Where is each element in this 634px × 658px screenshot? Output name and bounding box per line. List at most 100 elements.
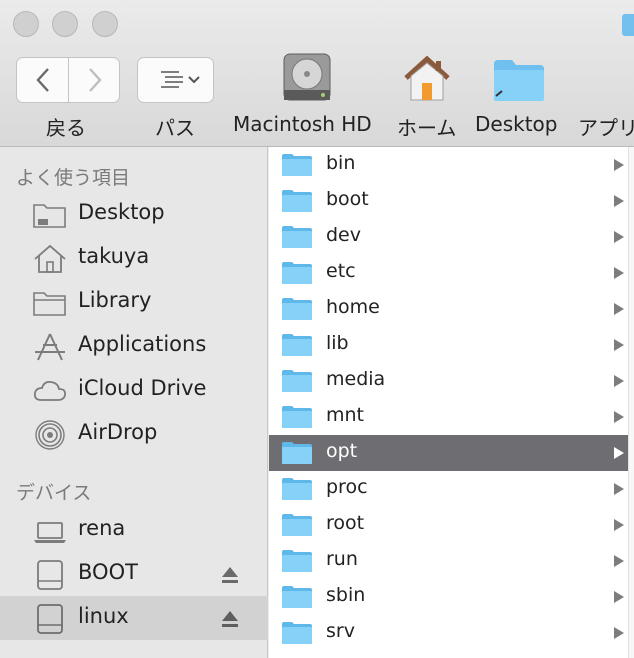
list-item[interactable]: proc [269,471,628,507]
sidebar: よく使う項目 Desktop takuya Library Applicatio… [0,147,268,658]
eject-icon[interactable] [219,564,241,586]
sidebar-item-rena[interactable]: rena [0,508,268,552]
sidebar-item-label: iCloud Drive [78,376,207,400]
list-item[interactable]: home [269,291,628,327]
list-path-icon [160,71,200,88]
disclosure-arrow-icon [614,159,624,171]
list-item[interactable] [269,651,628,658]
file-name: dev [326,224,361,246]
sidebar-item-label: linux [78,604,129,628]
file-name: proc [326,476,368,498]
airdrop-icon [35,420,65,450]
laptop-icon [34,522,66,543]
folder-icon [282,622,312,644]
sidebar-item-label: BOOT [78,560,138,584]
sidebar-item-label: AirDrop [78,420,158,444]
shortcut-label[interactable]: ホーム [397,112,456,141]
disclosure-arrow-icon [614,303,624,315]
sidebar-item-library[interactable]: Library [0,280,268,324]
back-button[interactable] [17,58,69,102]
disclosure-arrow-icon [614,591,624,603]
list-item[interactable]: dev [269,219,628,255]
file-name: mnt [326,404,364,426]
sidebar-item-boot[interactable]: BOOT [0,552,268,596]
sidebar-item-label: Applications [78,332,207,356]
home-icon[interactable] [402,55,452,106]
drive-icon [37,560,63,590]
devices-header: デバイス [16,482,92,504]
disclosure-arrow-icon [614,447,624,459]
folder-icon [282,550,312,572]
desktop-folder-icon [33,204,66,228]
disclosure-arrow-icon [614,519,624,531]
file-name: opt [326,440,358,462]
list-item[interactable]: etc [269,255,628,291]
sidebar-item-takuya[interactable]: takuya [0,236,268,280]
sidebar-item-label: Desktop [78,200,165,224]
file-list: bin boot dev etc home lib media mnt opt [269,147,634,658]
chevron-right-icon [88,68,102,92]
close-window-button[interactable] [13,11,39,37]
column-resize-edge[interactable] [628,147,634,658]
list-item[interactable]: root [269,507,628,543]
file-name: run [326,548,358,570]
shortcut-label[interactable]: アプリ [578,112,634,141]
file-name: media [326,368,386,390]
list-item[interactable]: boot [269,183,628,219]
file-name: root [326,512,365,534]
folder-icon [282,478,312,500]
disclosure-arrow-icon [614,483,624,495]
window-toolbar: 戻る パス Macintosh HD ホーム Desktop アプリ [0,0,634,147]
list-item[interactable]: media [269,363,628,399]
chevron-left-icon [35,68,49,92]
list-item[interactable]: sbin [269,579,628,615]
list-item[interactable]: run [269,543,628,579]
minimize-window-button[interactable] [52,11,78,37]
folder-icon [282,154,312,176]
applications-icon [35,333,65,361]
folder-icon [282,226,312,248]
folder-icon [282,442,312,464]
sidebar-item-airdrop[interactable]: AirDrop [0,412,268,456]
shortcut-label[interactable]: Desktop [475,112,557,136]
hard-drive-icon[interactable] [280,52,334,108]
folder-icon [282,190,312,212]
folder-icon[interactable] [492,58,546,106]
eject-icon[interactable] [219,608,241,630]
folder-icon [282,406,312,428]
list-item[interactable]: srv [269,615,628,651]
folder-icon [282,298,312,320]
folder-icon [282,370,312,392]
sidebar-item-desktop[interactable]: Desktop [0,192,268,236]
folder-icon [282,514,312,536]
disclosure-arrow-icon [614,627,624,639]
disclosure-arrow-icon [614,411,624,423]
disclosure-arrow-icon [614,231,624,243]
folder-icon [33,292,66,316]
file-name: boot [326,188,369,210]
path-button[interactable] [137,57,214,103]
window-tab-peek [622,14,634,36]
cloud-icon [33,380,67,401]
disclosure-arrow-icon [614,339,624,351]
path-label: パス [155,116,195,140]
forward-button[interactable] [69,58,119,102]
file-name: home [326,296,380,318]
sidebar-item-icloud-drive[interactable]: iCloud Drive [0,368,268,412]
file-name: etc [326,260,356,282]
sidebar-item-label: takuya [78,244,150,268]
zoom-window-button[interactable] [92,11,118,37]
back-forward-group [16,57,120,103]
shortcut-label[interactable]: Macintosh HD [233,112,372,136]
sidebar-item-linux[interactable]: linux [0,596,268,640]
folder-icon [282,334,312,356]
file-name: lib [326,332,349,354]
sidebar-item-applications[interactable]: Applications [0,324,268,368]
list-item[interactable]: lib [269,327,628,363]
list-item[interactable]: mnt [269,399,628,435]
list-item-selected[interactable]: opt [269,435,628,471]
list-item[interactable]: bin [269,147,628,183]
file-name: srv [326,620,355,642]
file-name: sbin [326,584,366,606]
sidebar-item-label: Library [78,288,152,312]
